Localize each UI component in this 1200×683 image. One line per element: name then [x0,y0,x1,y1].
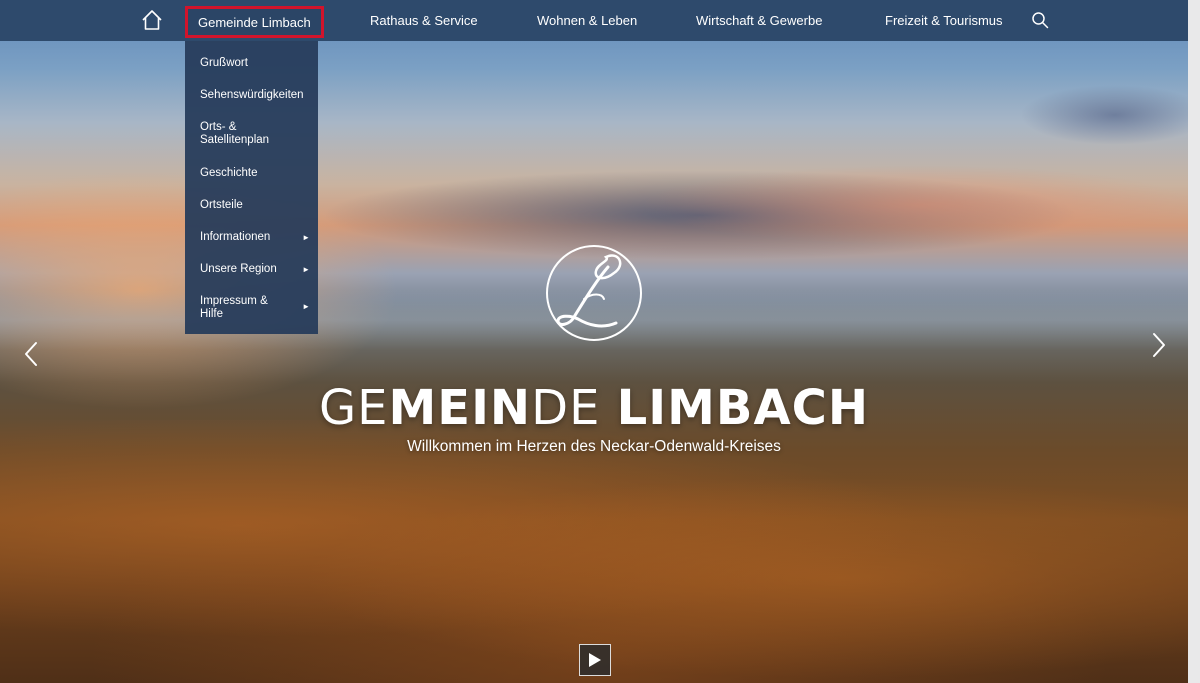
search-icon [1032,12,1049,29]
hero-subtitle: Willkommen im Herzen des Neckar-Odenwald… [407,438,781,455]
chevron-right-icon: ► [302,265,310,274]
search-button[interactable] [1031,11,1049,29]
nav-item-label: Wohnen & Leben [537,13,638,28]
dropdown-item-geschichte[interactable]: Geschichte [200,167,310,180]
title-part: GE [318,380,389,436]
nav-item-gemeinde-limbach[interactable]: Gemeinde Limbach [185,6,324,38]
gemeinde-limbach-dropdown: Grußwort Sehenswürdigkeiten Orts- & Sate… [185,41,318,334]
dropdown-item-impressum-hilfe[interactable]: Impressum & Hilfe ► [200,295,310,321]
dropdown-item-label: Orts- & Satellitenplan [200,121,270,146]
nav-item-label: Wirtschaft & Gewerbe [696,13,823,28]
title-part: MEIN [388,380,532,436]
dropdown-item-informationen[interactable]: Informationen ► [200,231,310,244]
nav-item-wohnen-leben[interactable]: Wohnen & Leben [537,0,637,41]
nav-item-freizeit-tourismus[interactable]: Freizeit & Tourismus [885,0,1003,41]
dropdown-item-label: Ortsteile [200,199,243,211]
chevron-right-icon: ► [302,233,310,242]
cloud-small [1020,85,1200,145]
play-icon [589,653,601,667]
scrollbar-track[interactable] [1188,0,1200,683]
hero-title: GEMEINDE LIMBACH [0,380,1188,436]
nav-item-label: Rathaus & Service [370,13,478,28]
dropdown-item-label: Unsere Region [200,263,277,275]
main-navigation: Gemeinde Limbach Rathaus & Service Wohne… [0,0,1188,41]
play-button[interactable] [579,644,611,676]
nav-item-label: Gemeinde Limbach [198,14,311,30]
dropdown-item-grusswort[interactable]: Grußwort [200,57,310,70]
nav-item-rathaus-service[interactable]: Rathaus & Service [370,0,478,41]
dropdown-item-ortsplan[interactable]: Orts- & Satellitenplan [200,121,290,147]
chevron-right-icon [1153,333,1165,357]
slider-prev-button[interactable] [22,340,40,368]
title-part: LIMBACH [616,380,869,436]
dropdown-item-label: Impressum & Hilfe [200,295,268,320]
nav-item-label: Freizeit & Tourismus [885,13,1003,28]
slider-next-button[interactable] [1150,331,1168,359]
dropdown-item-label: Geschichte [200,167,258,179]
dropdown-item-label: Informationen [200,231,271,243]
home-icon [142,10,162,30]
nav-item-wirtschaft-gewerbe[interactable]: Wirtschaft & Gewerbe [696,0,822,41]
dropdown-item-label: Grußwort [200,57,248,69]
dropdown-item-unsere-region[interactable]: Unsere Region ► [200,263,310,276]
dropdown-item-sehenswuerdigkeiten[interactable]: Sehenswürdigkeiten [200,89,310,102]
dropdown-item-label: Sehenswürdigkeiten [200,89,304,101]
dropdown-item-ortsteile[interactable]: Ortsteile [200,199,310,212]
cloud-band-pink [640,165,1200,245]
home-button[interactable] [141,9,163,31]
script-l-logo-icon [544,243,644,343]
title-part: DE [531,380,617,436]
chevron-right-icon: ► [302,302,310,311]
chevron-left-icon [25,342,37,366]
